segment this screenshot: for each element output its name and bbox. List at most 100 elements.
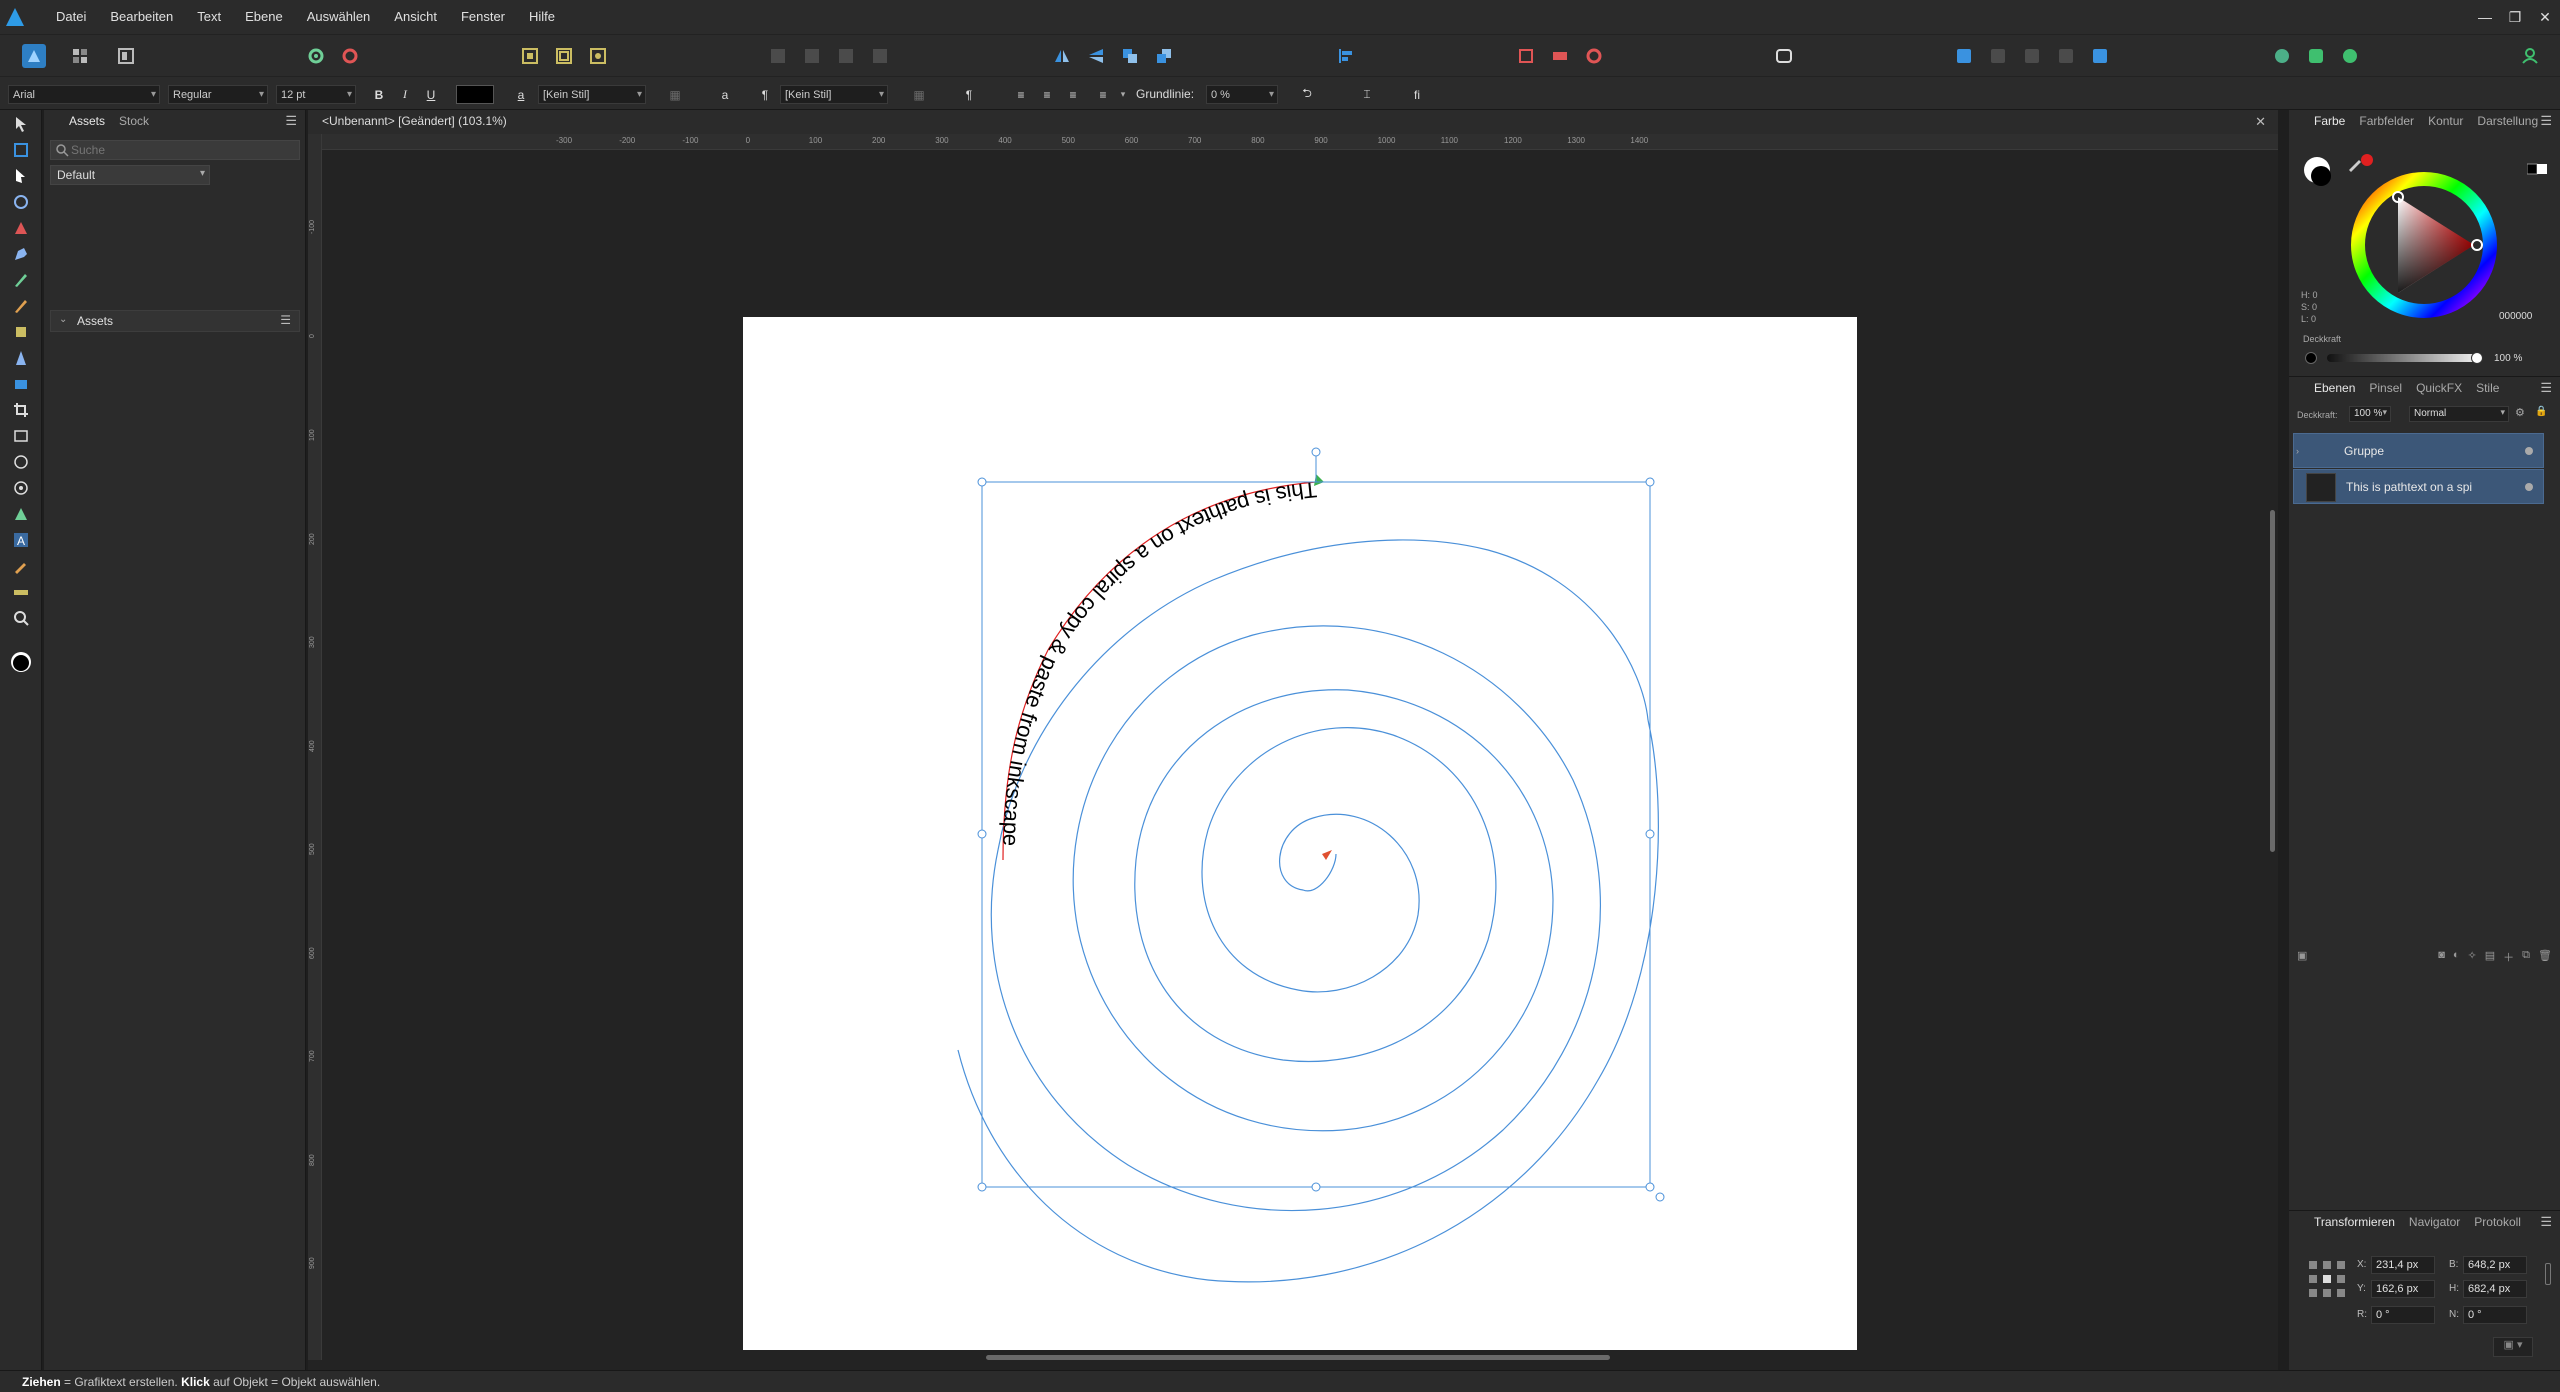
italic-button[interactable]: I [396,85,414,104]
rotation-field[interactable]: 0 ° [2371,1306,2435,1324]
tab-ebenen[interactable]: Ebenen [2307,377,2362,399]
transform-panel-menu-icon[interactable]: ☰ [2540,1214,2552,1230]
contour-tool-icon[interactable] [11,218,31,238]
vertical-scroll-thumb[interactable] [2270,510,2275,852]
minimize-button[interactable]: — [2470,0,2500,34]
x-field[interactable]: 231,4 px [2371,1256,2435,1274]
baseline-field[interactable]: 0 % ▾ [1206,85,1278,104]
height-field[interactable]: 682,4 px [2463,1280,2527,1298]
quick-action-1-icon[interactable] [1986,44,2010,68]
character-style-icon[interactable]: a [512,85,530,104]
align-icon[interactable] [1334,44,1358,68]
group-menu-icon[interactable]: ☰ [280,313,291,327]
expand-chevron-icon[interactable]: › [2296,446,2299,456]
color-panel-menu-icon[interactable]: ☰ [2540,113,2552,129]
zoom-tool-icon[interactable] [11,608,31,628]
tab-transformieren[interactable]: Transformieren [2307,1211,2402,1233]
move-tool-icon[interactable] [11,114,31,134]
skew-handle[interactable] [1655,1192,1665,1202]
shape-tool-icon[interactable] [11,504,31,524]
panel-menu-icon[interactable]: ☰ [285,113,297,129]
canvas[interactable]: This is pathtext on a spiral copy & past… [308,110,2278,1380]
show-pilcrow-button[interactable]: ¶ [960,85,978,104]
color-mode-icon[interactable] [2338,44,2362,68]
horizontal-scrollbar[interactable] [322,1350,2262,1364]
boolean-add-icon[interactable] [766,44,790,68]
export-persona-icon[interactable] [114,44,138,68]
delete-layer-icon[interactable]: 🗑 [2538,949,2552,967]
preferences-icon[interactable] [338,44,362,68]
menu-auswaehlen[interactable]: Auswählen [295,0,383,34]
vector-brush-tool-icon[interactable] [11,296,31,316]
width-field[interactable]: 648,2 px [2463,1256,2527,1274]
lowercase-button[interactable]: a [716,85,734,104]
flip-horizontal-icon[interactable] [1050,44,1074,68]
vertical-scrollbar[interactable] [2266,150,2278,1350]
visibility-dot-icon[interactable] [2525,483,2533,491]
arrange-front-icon[interactable] [1118,44,1142,68]
menu-bearbeiten[interactable]: Bearbeiten [98,0,185,34]
menu-datei[interactable]: Datei [44,0,98,34]
shear-field[interactable]: 0 ° [2463,1306,2527,1324]
pixel-mode-icon[interactable] [2270,44,2294,68]
asset-category-select[interactable]: Default ▾ [50,165,210,185]
paragraph-style-icon[interactable]: ¶ [756,85,774,104]
insert-inside-icon[interactable] [1548,44,1572,68]
align-right-icon[interactable]: ≡ [1064,85,1082,104]
close-window-button[interactable]: ✕ [2530,0,2560,34]
tab-assets[interactable]: Assets [62,110,112,132]
layer-opacity-field[interactable]: 100 % ▾ [2349,406,2391,422]
pencil-tool-icon[interactable] [11,270,31,290]
text-flow-icon[interactable]: ▦ [910,85,928,104]
font-family-select[interactable]: Arial ▾ [8,85,160,104]
fill-stroke-swatch-icon[interactable] [9,650,33,674]
tab-kontur[interactable]: Kontur [2421,110,2470,132]
lock-icon[interactable]: 🔒 [2535,406,2547,417]
selection-handle-tl[interactable] [977,477,987,487]
menu-ebene[interactable]: Ebene [233,0,295,34]
quick-action-2-icon[interactable] [2020,44,2044,68]
tab-stile[interactable]: Stile [2469,377,2506,399]
y-field[interactable]: 162,6 px [2371,1280,2435,1298]
tab-stock[interactable]: Stock [112,110,156,132]
anchor-point-grid-icon[interactable] [2307,1259,2347,1299]
justify-icon[interactable]: ≡ [1094,85,1112,104]
group-icon[interactable]: ▤ [2485,949,2495,967]
asset-search-input[interactable] [50,140,300,160]
fill-tool-icon[interactable] [11,322,31,342]
lock-aspect-icon[interactable] [2545,1263,2551,1285]
opacity-slider-knob[interactable] [2471,352,2483,364]
duplicate-icon[interactable]: ⧉ [2522,949,2530,967]
adjustment-icon[interactable]: ◐ [2453,949,2460,967]
bold-button[interactable]: B [370,85,388,104]
tab-pinsel[interactable]: Pinsel [2362,377,2409,399]
character-style-select[interactable]: [Kein Stil] ▾ [538,85,646,104]
rotation-handle[interactable] [1311,447,1321,457]
menu-hilfe[interactable]: Hilfe [517,0,567,34]
snap-bounds-icon[interactable] [552,44,576,68]
layer-row-pathtext[interactable]: This is pathtext on a spi [2293,469,2544,504]
pixel-persona-icon[interactable] [68,44,92,68]
justify-dropdown-icon[interactable]: ▾ [1114,85,1132,104]
insert-target-icon[interactable] [1514,44,1538,68]
visibility-dot-icon[interactable] [2525,447,2533,455]
font-size-select[interactable]: 12 pt ▾ [276,85,356,104]
menu-ansicht[interactable]: Ansicht [382,0,449,34]
fill-stroke-icon[interactable] [2301,152,2341,192]
tab-farbe[interactable]: Farbe [2307,110,2352,132]
assistant-icon[interactable] [1952,44,1976,68]
blend-mode-select[interactable]: Normal ▾ [2409,406,2509,422]
text-frame-icon[interactable]: ▦ [666,85,684,104]
paragraph-style-select[interactable]: [Kein Stil] ▾ [780,85,888,104]
boolean-subtract-icon[interactable] [800,44,824,68]
layer-settings-icon[interactable]: ⚙ [2515,406,2525,419]
opacity-slider[interactable] [2327,354,2477,362]
selection-handle-br[interactable] [1645,1182,1655,1192]
ellipse-tool-icon[interactable] [11,452,31,472]
text-color-swatch[interactable] [456,85,494,104]
selection-handle-bl[interactable] [977,1182,987,1192]
font-style-select[interactable]: Regular ▾ [168,85,268,104]
flip-vertical-icon[interactable] [1084,44,1108,68]
selection-handle-tr[interactable] [1645,477,1655,487]
layers-panel-menu-icon[interactable]: ☰ [2540,380,2552,396]
